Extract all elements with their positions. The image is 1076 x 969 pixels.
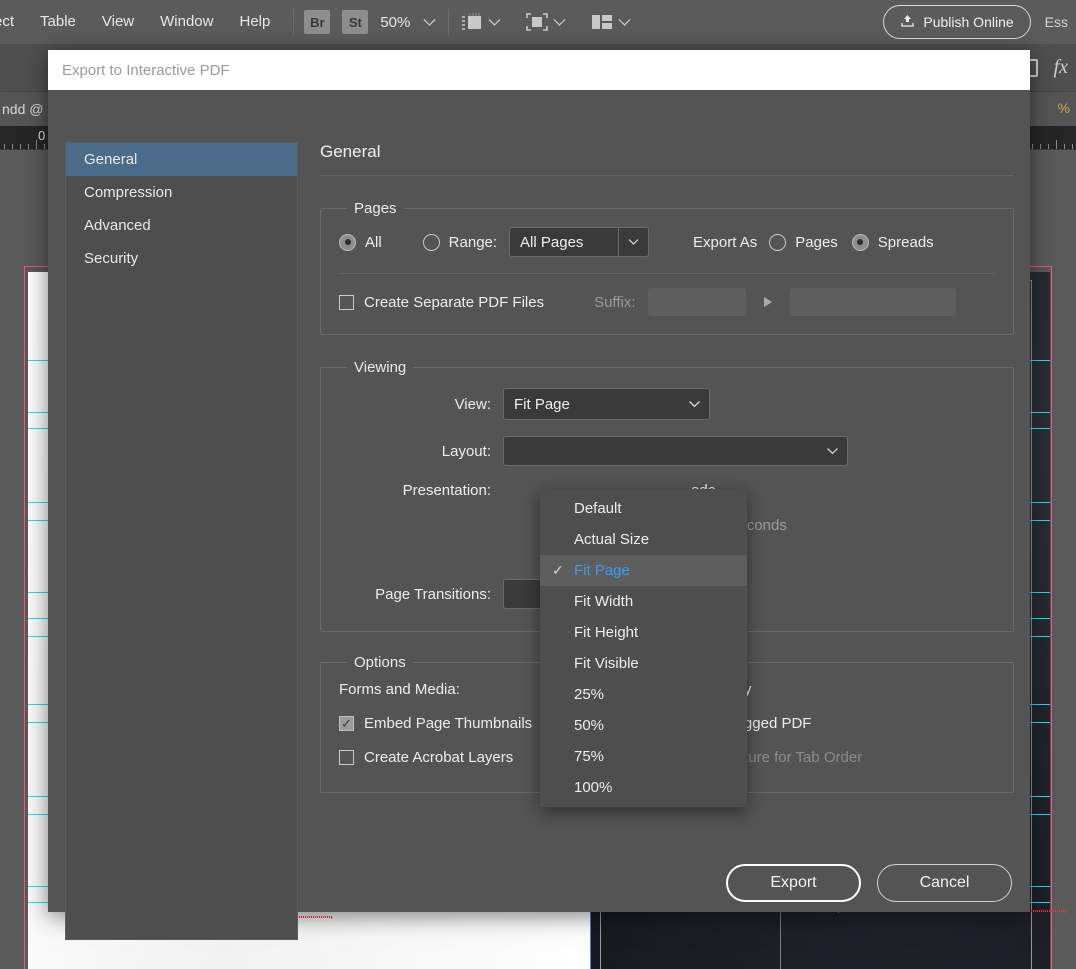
sidebar-item-compression[interactable]: Compression bbox=[66, 176, 297, 209]
view-frame-chevron-down-icon[interactable] bbox=[550, 0, 568, 44]
sidebar-item-advanced[interactable]: Advanced bbox=[66, 209, 297, 242]
checkbox-embed-page-thumbnails[interactable] bbox=[339, 716, 354, 731]
publish-online-label: Publish Online bbox=[923, 14, 1014, 30]
zoom-chevron-down-icon[interactable] bbox=[420, 0, 438, 44]
fx-icon[interactable]: fx bbox=[1054, 56, 1068, 79]
suffix-label: Suffix: bbox=[594, 293, 636, 311]
menu-item-help[interactable]: Help bbox=[226, 0, 283, 44]
options-group-legend: Options bbox=[354, 654, 406, 671]
menu-option-actual-size[interactable]: Actual Size bbox=[540, 524, 747, 555]
layout-select[interactable] bbox=[503, 436, 848, 466]
suffix-input[interactable] bbox=[647, 288, 746, 316]
range-select-value: All Pages bbox=[520, 233, 584, 251]
menubar-divider-3 bbox=[513, 9, 514, 35]
range-chevron-down-icon[interactable] bbox=[618, 228, 648, 256]
dialog-title: Export to Interactive PDF bbox=[62, 61, 230, 79]
page-transitions-label: Page Transitions: bbox=[375, 585, 491, 603]
pages-group-legend: Pages bbox=[354, 200, 397, 217]
suffix-preview-input[interactable] bbox=[789, 288, 956, 316]
separate-files-row: Create Separate PDF Files Suffix: bbox=[339, 288, 995, 316]
view-dropdown-menu[interactable]: Default Actual Size ✓ Fit Page Fit Width… bbox=[540, 489, 747, 807]
pages-radio-row: All Range: All Pages Export As Pages Spr… bbox=[339, 227, 995, 257]
menu-option-fit-height[interactable]: Fit Height bbox=[540, 617, 747, 648]
layout-label: Layout: bbox=[441, 442, 491, 460]
zoom-level-value[interactable]: 50% bbox=[380, 14, 410, 31]
sidebar-item-security[interactable]: Security bbox=[66, 242, 297, 275]
viewing-group-legend: Viewing bbox=[354, 359, 407, 376]
essentials-workspace-label[interactable]: Ess bbox=[1031, 14, 1076, 30]
radio-export-pages[interactable] bbox=[769, 233, 787, 251]
screen-mode-chevron-down-icon[interactable] bbox=[485, 0, 503, 44]
export-button[interactable]: Export bbox=[726, 864, 861, 902]
export-as-label: Export As bbox=[693, 233, 758, 251]
dialog-footer: Export Cancel bbox=[726, 864, 1012, 902]
radio-export-spreads-label: Spreads bbox=[877, 233, 934, 251]
export-to-interactive-pdf-dialog: Export to Interactive PDF General Compre… bbox=[48, 50, 1030, 940]
presentation-label: Presentation: bbox=[402, 482, 491, 499]
radio-all-label: All bbox=[365, 233, 382, 251]
radio-export-pages-label: Pages bbox=[795, 233, 838, 251]
check-icon: ✓ bbox=[552, 562, 564, 578]
sidebar-item-general[interactable]: General bbox=[66, 143, 297, 176]
dialog-title-bar: Export to Interactive PDF bbox=[48, 50, 1030, 90]
menu-option-25-percent[interactable]: 25% bbox=[540, 679, 747, 710]
application-menu-bar: ect Table View Window Help Br St 50% bbox=[0, 0, 1076, 44]
menu-option-default[interactable]: Default bbox=[540, 493, 747, 524]
checkbox-create-separate-pdf-files[interactable] bbox=[339, 294, 354, 310]
create-separate-pdf-files-label: Create Separate PDF Files bbox=[364, 293, 545, 311]
radio-export-spreads[interactable] bbox=[851, 233, 869, 251]
menu-option-50-percent[interactable]: 50% bbox=[540, 710, 747, 741]
forms-and-media-label: Forms and Media: bbox=[339, 681, 460, 698]
app-root: ect Table View Window Help Br St 50% bbox=[0, 0, 1076, 969]
dialog-sidebar: General Compression Advanced Security bbox=[65, 142, 298, 940]
pages-divider bbox=[339, 273, 995, 274]
panel-heading: General bbox=[320, 142, 1014, 176]
dialog-body: General Compression Advanced Security Ge… bbox=[48, 90, 1030, 940]
checkbox-create-acrobat-layers[interactable] bbox=[339, 750, 354, 765]
menubar-divider-2 bbox=[448, 9, 450, 35]
menu-item-table[interactable]: Table bbox=[27, 0, 89, 44]
arrange-chevron-down-icon[interactable] bbox=[615, 0, 633, 44]
menubar-divider-1 bbox=[293, 9, 295, 35]
menu-item-view[interactable]: View bbox=[89, 0, 147, 44]
menu-item-window[interactable]: Window bbox=[147, 0, 226, 44]
radio-range[interactable] bbox=[422, 233, 440, 251]
view-frame-icon[interactable] bbox=[524, 10, 550, 34]
bridge-icon[interactable]: Br bbox=[304, 10, 331, 34]
cancel-button[interactable]: Cancel bbox=[877, 864, 1012, 902]
view-select[interactable]: Fit Page bbox=[503, 388, 710, 420]
range-select[interactable]: All Pages bbox=[509, 227, 650, 257]
publish-online-button[interactable]: Publish Online bbox=[883, 5, 1031, 39]
menu-item-select[interactable]: ect bbox=[0, 0, 27, 44]
control-percent-label: % bbox=[1057, 100, 1070, 116]
menu-option-fit-width[interactable]: Fit Width bbox=[540, 586, 747, 617]
menu-option-100-percent[interactable]: 100% bbox=[540, 772, 747, 803]
menu-option-fit-visible[interactable]: Fit Visible bbox=[540, 648, 747, 679]
menubar-divider-4 bbox=[578, 9, 579, 35]
view-row: View: Fit Page bbox=[339, 388, 995, 420]
view-chevron-down-icon[interactable] bbox=[679, 389, 709, 419]
screen-mode-icon[interactable] bbox=[459, 10, 485, 34]
layout-chevron-down-icon[interactable] bbox=[817, 437, 847, 465]
arrange-documents-icon[interactable] bbox=[589, 10, 615, 34]
layout-row: Layout: bbox=[339, 436, 995, 466]
suffix-expand-arrow-icon[interactable] bbox=[763, 297, 772, 307]
view-select-value: Fit Page bbox=[514, 395, 570, 413]
stock-icon[interactable]: St bbox=[342, 10, 369, 34]
radio-range-label: Range: bbox=[448, 233, 498, 251]
radio-all-pages[interactable] bbox=[339, 233, 356, 251]
embed-page-thumbnails-label: Embed Page Thumbnails bbox=[364, 715, 533, 732]
document-tab-label[interactable]: ndd @ bbox=[0, 101, 43, 117]
menu-option-75-percent[interactable]: 75% bbox=[540, 741, 747, 772]
create-acrobat-layers-label: Create Acrobat Layers bbox=[364, 749, 514, 766]
upload-icon bbox=[900, 13, 915, 31]
pages-group: Pages All Range: All Pages Export As Pag… bbox=[320, 200, 1014, 335]
menu-option-fit-page-label: Fit Page bbox=[574, 562, 630, 579]
menu-option-fit-page[interactable]: ✓ Fit Page bbox=[540, 555, 747, 586]
view-label: View: bbox=[454, 395, 491, 413]
